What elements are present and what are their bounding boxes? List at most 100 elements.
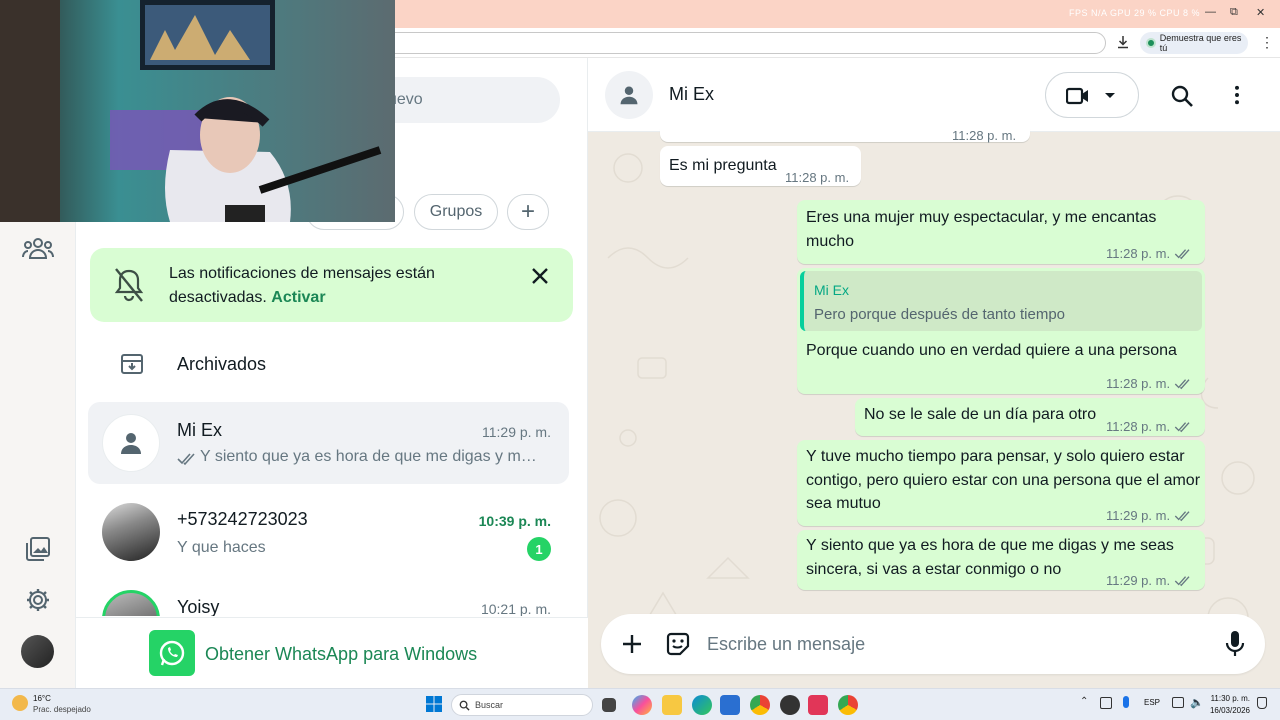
contact-default-avatar-icon[interactable] (605, 71, 653, 119)
verify-status-icon (1146, 38, 1156, 48)
message-time: 11:28 p. m. (952, 128, 1017, 143)
double-check-icon (1174, 422, 1190, 433)
weather-icon[interactable] (12, 695, 28, 711)
microphone-tray-icon[interactable] (1123, 696, 1129, 708)
archived-label: Archivados (177, 354, 267, 374)
language-indicator[interactable]: ESP (1144, 698, 1160, 707)
settings-gear-icon[interactable] (22, 584, 54, 616)
close-window-icon[interactable]: ✕ (1256, 6, 1265, 19)
clock-date[interactable]: 16/03/2026 (1208, 706, 1250, 715)
attach-plus-icon[interactable] (621, 633, 643, 655)
display-icon[interactable] (1172, 697, 1184, 708)
url-field[interactable] (380, 32, 1106, 54)
message-time: 11:29 p. m. (1106, 508, 1171, 523)
tiktok-icon[interactable] (808, 695, 828, 715)
message-bubble-outgoing[interactable]: Y siento que ya es hora de que me digas … (797, 530, 1205, 590)
copilot-icon[interactable] (632, 695, 652, 715)
store-icon[interactable] (720, 695, 740, 715)
windows-start-icon[interactable] (426, 696, 442, 712)
conversation-menu-icon[interactable] (1228, 84, 1246, 106)
taskbar-search[interactable]: Buscar (451, 694, 593, 716)
clock-time[interactable]: 11:30 p. m. (1208, 694, 1250, 703)
profile-avatar[interactable] (21, 635, 54, 668)
chrome-icon[interactable] (750, 695, 770, 715)
double-check-icon (177, 452, 197, 466)
weather-desc[interactable]: Prac. despejado (33, 705, 91, 714)
chat-preview: Y siento que ya es hora de que me digas … (200, 448, 545, 465)
search-icon[interactable] (1170, 84, 1194, 108)
sticker-icon[interactable] (665, 631, 691, 657)
chat-preview: Y que haces (177, 539, 266, 556)
browser-menu-icon[interactable]: ⋮ (1260, 34, 1274, 51)
restore-icon[interactable]: ⧉ (1230, 6, 1238, 19)
message-bubble-partial: 11:28 p. m. (660, 128, 1030, 143)
quoted-message[interactable]: Mi Ex Pero porque después de tanto tiemp… (800, 271, 1202, 331)
weather-temp[interactable]: 16°C (33, 694, 51, 703)
double-check-icon (1174, 379, 1190, 390)
get-whatsapp-bar[interactable]: Obtener WhatsApp para Windows (76, 617, 588, 688)
double-check-icon (1174, 576, 1190, 587)
message-bubble-incoming[interactable]: Es mi pregunta 11:28 p. m. (660, 146, 861, 186)
chat-row-phone[interactable]: +573242723023 10:39 p. m. Y que haces 1 (88, 490, 569, 572)
tray-chevron-up-icon[interactable]: ⌃ (1080, 696, 1088, 707)
chrome-profile-icon[interactable] (838, 695, 858, 715)
message-time: 11:28 p. m. (1106, 246, 1171, 261)
contact-name[interactable]: Mi Ex (669, 84, 714, 105)
chat-time: 11:29 p. m. (481, 424, 551, 440)
archive-box-icon (120, 352, 144, 376)
double-check-icon (1174, 511, 1190, 522)
download-icon[interactable] (1116, 35, 1130, 49)
message-composer: Escribe un mensaje (601, 614, 1265, 674)
whatsapp-logo-icon (149, 630, 195, 676)
search-icon (459, 700, 470, 711)
quote-author: Mi Ex (814, 282, 849, 298)
message-meta: 11:29 p. m. (1106, 504, 1192, 528)
volume-icon[interactable]: 🔈 (1190, 696, 1204, 709)
edge-icon[interactable] (692, 695, 712, 715)
notifications-text: Las notificaciones de mensajes están des… (169, 262, 499, 310)
perf-stats: FPS N/A GPU 29 % CPU 8 % (1068, 8, 1200, 18)
message-input[interactable]: Escribe un mensaje (707, 634, 865, 655)
conversation-header[interactable]: Mi Ex (588, 58, 1280, 132)
file-explorer-icon[interactable] (662, 695, 682, 715)
default-avatar-icon (102, 414, 160, 472)
message-meta: 11:29 p. m. (1106, 569, 1192, 593)
obs-icon[interactable] (780, 695, 800, 715)
communities-icon[interactable] (22, 232, 54, 264)
taskbar-search-label: Buscar (475, 700, 504, 710)
message-bubble-outgoing[interactable]: Eres una mujer muy espectacular, y me en… (797, 200, 1205, 264)
network-off-icon[interactable] (1100, 697, 1112, 709)
chat-name: +573242723023 (177, 509, 308, 529)
archived-row[interactable]: Archivados (88, 338, 569, 390)
message-bubble-reply[interactable]: Mi Ex Pero porque después de tanto tiemp… (797, 268, 1205, 394)
message-bubble-outgoing[interactable]: No se le sale de un día para otro 11:28 … (855, 398, 1205, 436)
message-time: 11:28 p. m. (1106, 419, 1171, 434)
dismiss-banner-close-icon[interactable] (530, 266, 550, 286)
message-bubble-outgoing[interactable]: Y tuve mucho tiempo para pensar, y solo … (797, 440, 1205, 526)
chevron-down-icon (1104, 92, 1116, 100)
double-check-icon (1174, 249, 1190, 260)
windows-taskbar: 16°C Prac. despejado Buscar ⌃ ESP 🔈 11:3… (0, 688, 1280, 720)
streamer-webcam-image (0, 0, 395, 222)
notification-bell-icon[interactable] (1257, 697, 1267, 709)
filter-chip-groups[interactable]: Grupos (414, 194, 498, 230)
chat-name: Mi Ex (177, 420, 222, 440)
video-call-button[interactable] (1045, 72, 1139, 118)
verify-label: Demuestra que eres tú (1159, 33, 1242, 53)
task-view-icon[interactable] (602, 698, 616, 712)
chat-time: 10:39 p. m. (478, 513, 551, 529)
minimize-icon[interactable]: — (1205, 6, 1216, 18)
verify-human-button[interactable]: Demuestra que eres tú (1140, 32, 1248, 54)
message-meta: 11:28 p. m. (1106, 415, 1192, 439)
microphone-icon[interactable] (1225, 630, 1245, 658)
chat-row-yoisy[interactable]: Yoisy 10:21 p. m. (88, 578, 569, 616)
message-meta: 11:28 p. m. (1106, 372, 1192, 396)
chat-time: 10:21 p. m. (480, 601, 551, 616)
chat-row-mi-ex[interactable]: Mi Ex 11:29 p. m. Y siento que ya es hor… (88, 402, 569, 484)
message-time: 11:29 p. m. (1106, 573, 1171, 588)
activate-notifications-link[interactable]: Activar (271, 289, 325, 306)
message-time: 11:28 p. m. (1106, 376, 1171, 391)
webcam-overlay (0, 0, 395, 222)
media-gallery-icon[interactable] (22, 533, 54, 565)
add-filter-button[interactable]: + (507, 194, 549, 230)
